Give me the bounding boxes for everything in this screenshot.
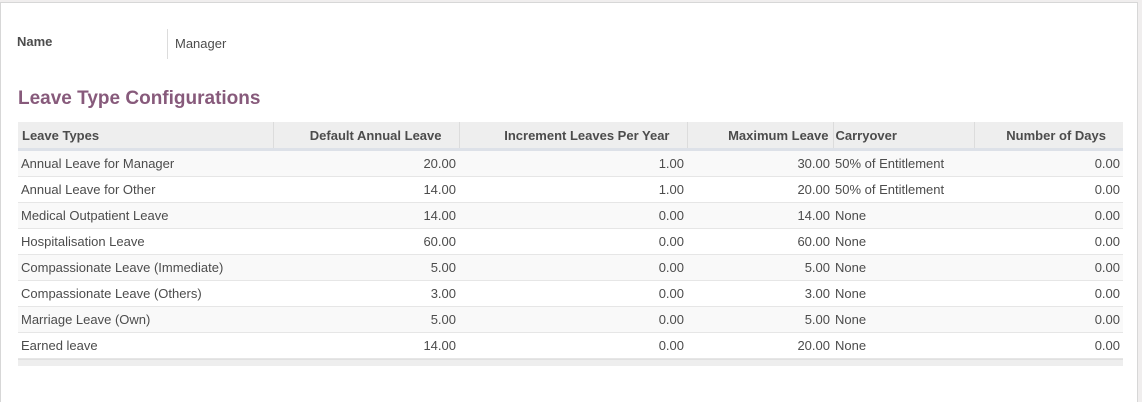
cell-maximum-leave: 3.00 (687, 280, 833, 307)
cell-maximum-leave: 20.00 (687, 332, 833, 359)
cell-maximum-leave: 5.00 (687, 254, 833, 281)
cell-leave-type: Hospitalisation Leave (18, 228, 273, 255)
cell-maximum-leave: 5.00 (687, 306, 833, 333)
cell-leave-type: Marriage Leave (Own) (18, 306, 273, 333)
cell-leave-type: Earned leave (18, 332, 273, 359)
cell-default-annual-leave: 14.00 (273, 202, 459, 229)
name-field-row: Name Manager (17, 29, 617, 59)
cell-default-annual-leave: 5.00 (273, 254, 459, 281)
cell-number-of-days: 0.00 (974, 176, 1123, 203)
cell-leave-type: Compassionate Leave (Others) (18, 280, 273, 307)
column-header-number-of-days[interactable]: Number of Days (974, 122, 1123, 151)
table-row[interactable]: Hospitalisation Leave 60.00 0.00 60.00 None 0… (18, 228, 1123, 255)
cell-increment-leaves: 0.00 (459, 202, 687, 229)
cell-number-of-days: 0.00 (974, 149, 1123, 177)
cell-increment-leaves: 0.00 (459, 254, 687, 281)
cell-leave-type: Annual Leave for Other (18, 176, 273, 203)
cell-increment-leaves: 0.00 (459, 228, 687, 255)
cell-number-of-days: 0.00 (974, 202, 1123, 229)
cell-default-annual-leave: 14.00 (273, 332, 459, 359)
cell-number-of-days: 0.00 (974, 332, 1123, 359)
cell-increment-leaves: 1.00 (459, 176, 687, 203)
table-row[interactable]: Annual Leave for Other 14.00 1.00 20.00 50% … (18, 176, 1123, 203)
name-label: Name (17, 34, 53, 49)
cell-increment-leaves: 0.00 (459, 280, 687, 307)
cell-leave-type: Compassionate Leave (Immediate) (18, 254, 273, 281)
cell-maximum-leave: 14.00 (687, 202, 833, 229)
cell-default-annual-leave: 5.00 (273, 306, 459, 333)
table-row[interactable]: Compassionate Leave (Others) 3.00 0.00 3.00… (18, 280, 1123, 307)
table-row[interactable]: Annual Leave for Manager 20.00 1.00 30.00 50… (18, 149, 1123, 177)
table-row[interactable]: Compassionate Leave (Immediate) 5.00 0.00 5… (18, 254, 1123, 281)
cell-carryover: 50% of Entitlement (833, 176, 974, 203)
cell-number-of-days: 0.00 (974, 280, 1123, 307)
column-header-default-annual-leave[interactable]: Default Annual Leave (273, 122, 460, 151)
name-value[interactable]: Manager (175, 36, 226, 51)
leave-config-table-wrap: Leave Types Default Annual Leave Increme… (18, 122, 1123, 366)
table-header-row: Leave Types Default Annual Leave Increme… (18, 122, 1123, 151)
section-title: Leave Type Configurations (18, 88, 261, 109)
table-body: Annual Leave for Manager 20.00 1.00 30.00 50… (18, 149, 1123, 359)
table-footer (18, 359, 1123, 366)
column-header-increment-leaves[interactable]: Increment Leaves Per Year (459, 122, 688, 151)
cell-leave-type: Medical Outpatient Leave (18, 202, 273, 229)
cell-maximum-leave: 60.00 (687, 228, 833, 255)
cell-increment-leaves: 0.00 (459, 332, 687, 359)
table-row[interactable]: Earned leave 14.00 0.00 20.00 None 0.00 (18, 332, 1123, 359)
cell-carryover: None (833, 306, 974, 333)
leave-config-table: Leave Types Default Annual Leave Increme… (18, 122, 1123, 359)
field-divider (167, 29, 168, 59)
column-header-carryover[interactable]: Carryover (833, 122, 975, 151)
cell-carryover: None (833, 280, 974, 307)
cell-leave-type: Annual Leave for Manager (18, 149, 273, 177)
cell-carryover: None (833, 254, 974, 281)
cell-default-annual-leave: 3.00 (273, 280, 459, 307)
column-header-maximum-leave[interactable]: Maximum Leave (687, 122, 834, 151)
cell-maximum-leave: 20.00 (687, 176, 833, 203)
cell-default-annual-leave: 60.00 (273, 228, 459, 255)
cell-carryover: None (833, 332, 974, 359)
cell-increment-leaves: 0.00 (459, 306, 687, 333)
table-row[interactable]: Marriage Leave (Own) 5.00 0.00 5.00 None 0.00 (18, 306, 1123, 333)
cell-carryover: None (833, 228, 974, 255)
cell-default-annual-leave: 14.00 (273, 176, 459, 203)
cell-default-annual-leave: 20.00 (273, 149, 459, 177)
cell-increment-leaves: 1.00 (459, 149, 687, 177)
cell-number-of-days: 0.00 (974, 306, 1123, 333)
cell-carryover: 50% of Entitlement (833, 149, 974, 177)
column-header-leave-types[interactable]: Leave Types (18, 122, 274, 151)
cell-maximum-leave: 30.00 (687, 149, 833, 177)
form-sheet: Name Manager Leave Type Configurations L… (0, 2, 1138, 402)
cell-number-of-days: 0.00 (974, 228, 1123, 255)
table-row[interactable]: Medical Outpatient Leave 14.00 0.00 14.00 No… (18, 202, 1123, 229)
cell-carryover: None (833, 202, 974, 229)
cell-number-of-days: 0.00 (974, 254, 1123, 281)
